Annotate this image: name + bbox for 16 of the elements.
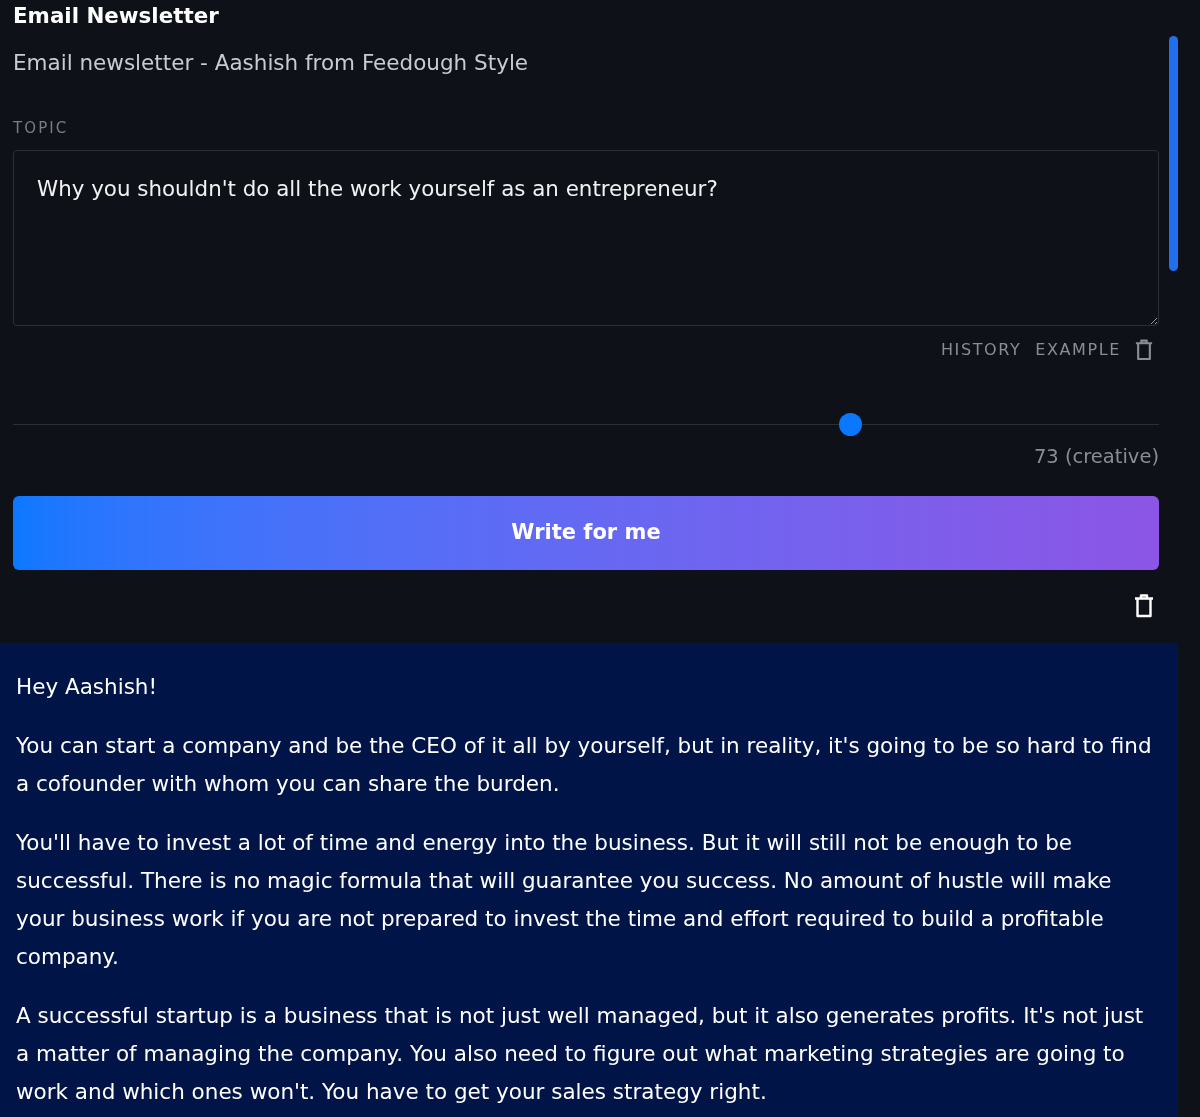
topic-label: TOPIC	[13, 118, 69, 138]
output-paragraph: A successful startup is a business that is not just well managed, but it also generates profits. It's not just a matter of managing the company. You also need to figure out what marketing strategies are going to work and which ones won't. You have to get your sales strategy right.	[16, 1002, 1145, 1106]
page-subtitle: Email newsletter - Aashish from Feedough Style	[13, 49, 529, 77]
output-paragraph: Hey Aashish!	[16, 673, 159, 701]
creativity-reading: 73 (creative)	[1033, 444, 1159, 470]
output-paragraph: You'll have to invest a lot of time and energy into the business. But it will still not be enough to be successful. There is no magic formula that will guarantee you success. No amount of hustle will make your business work if you are not prepared to invest the time and effort required to build a profitable company.	[16, 829, 1113, 971]
trash-icon[interactable]	[1135, 339, 1153, 361]
topic-field[interactable]: Why you shouldn't do all the work yourself as an entrepreneur?	[13, 150, 1159, 326]
creativity-slider-track[interactable]	[13, 413, 1159, 437]
write-button[interactable]: Write for me	[13, 496, 1159, 570]
topic-action-link[interactable]: EXAMPLE	[1035, 340, 1121, 360]
output-paragraph: You can start a company and be the CEO of it all by yourself, but in reality, it's going to be so hard to find a cofounder with whom you can share the burden.	[16, 732, 1153, 798]
topic-action-link[interactable]: HISTORY	[940, 340, 1022, 360]
slider-thumb[interactable]	[838, 413, 862, 436]
page-title: Email Newsletter	[13, 2, 219, 30]
scrollbar-thumb[interactable]	[1169, 36, 1178, 271]
